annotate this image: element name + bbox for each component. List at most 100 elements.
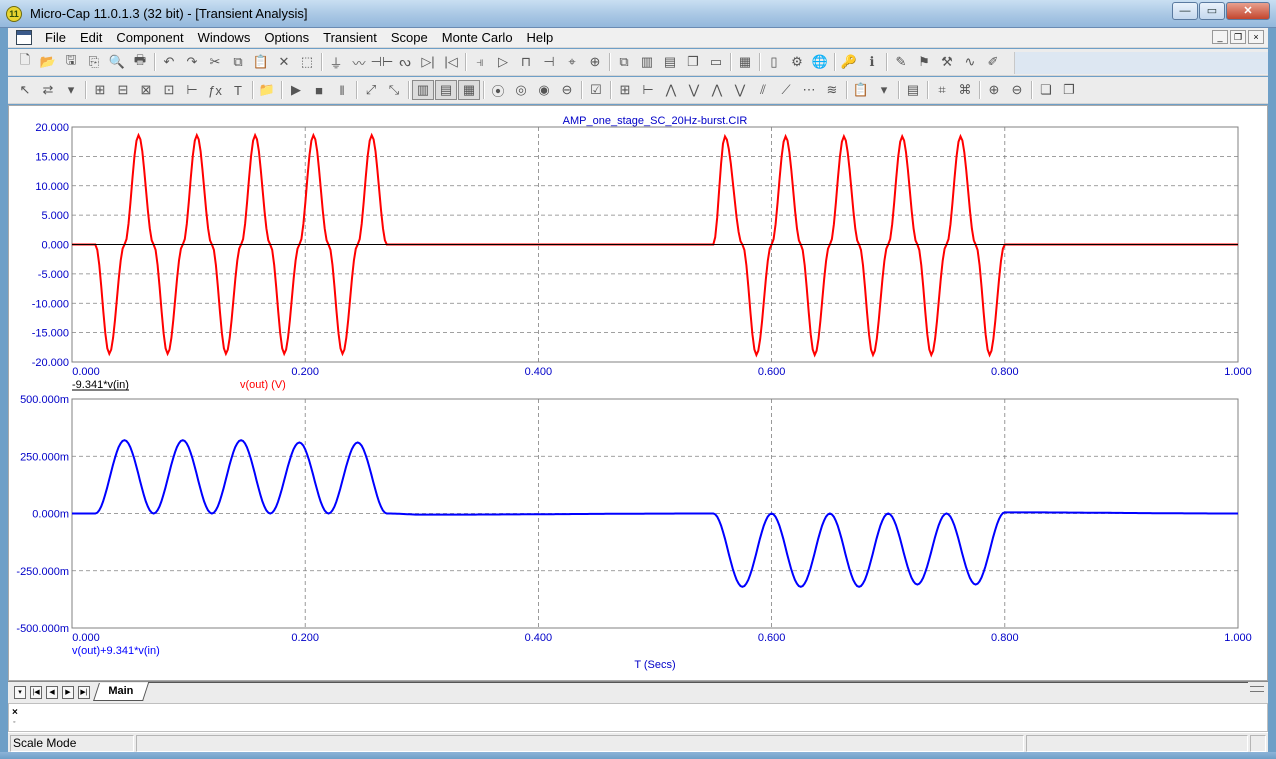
tb2-tool-36-icon[interactable]: ⋀ <box>706 80 728 100</box>
probe-icon[interactable]: ⊕ <box>584 52 606 72</box>
tb2-tool-44-icon[interactable]: ▾ <box>873 80 895 100</box>
diode-icon[interactable]: ▷| <box>417 52 439 72</box>
copy-icon[interactable]: ⧉ <box>227 52 249 72</box>
tb2-tool-2-icon[interactable]: ▾ <box>60 80 82 100</box>
pulse-icon[interactable]: ⊓ <box>515 52 537 72</box>
info-icon[interactable]: ℹ <box>861 52 883 72</box>
diode2-icon[interactable]: |◁ <box>440 52 462 72</box>
tb2-tool-6-icon[interactable]: ⊠ <box>135 80 157 100</box>
tb2-tool-0-icon[interactable]: ↖ <box>14 80 36 100</box>
close-button[interactable]: ✕ <box>1226 2 1270 20</box>
tb2-tool-14-icon[interactable]: ▶ <box>285 80 307 100</box>
mdi-restore-button[interactable]: ❐ <box>1230 30 1246 44</box>
ground-icon[interactable]: ⏚ <box>325 52 347 72</box>
tb2-tool-46-icon[interactable]: ▤ <box>902 80 924 100</box>
pen-icon[interactable]: ✐ <box>982 52 1004 72</box>
plot-window[interactable]: AMP_one_stage_SC_20Hz-burst.CIR 20.000 15.… <box>8 105 1268 681</box>
command-pin-icon[interactable]: ◦ <box>13 719 15 726</box>
key-icon[interactable]: 🔑 <box>838 52 860 72</box>
tools-icon[interactable]: ⚒ <box>936 52 958 72</box>
tb2-tool-26-icon[interactable]: ◎ <box>510 80 532 100</box>
component-editor-icon[interactable]: ⚙ <box>786 52 808 72</box>
battery-icon[interactable]: ⊣ <box>538 52 560 72</box>
tb2-tool-49-icon[interactable]: ⌘ <box>954 80 976 100</box>
window2-icon[interactable]: ▭ <box>705 52 727 72</box>
tb2-tool-51-icon[interactable]: ⊕ <box>983 80 1005 100</box>
tb2-tool-32-icon[interactable]: ⊞ <box>614 80 636 100</box>
menu-scope[interactable]: Scope <box>384 30 435 45</box>
select-all-icon[interactable]: ⬚ <box>296 52 318 72</box>
prev-page-button[interactable]: ◀ <box>46 686 58 699</box>
tb2-tool-37-icon[interactable]: ⋁ <box>729 80 751 100</box>
tb2-tool-27-icon[interactable]: ◉ <box>533 80 555 100</box>
tb2-tool-4-icon[interactable]: ⊞ <box>89 80 111 100</box>
last-page-button[interactable]: ▶| <box>78 686 90 699</box>
tb2-tool-9-icon[interactable]: ƒx <box>204 80 226 100</box>
tb2-tool-30-icon[interactable]: ☑ <box>585 80 607 100</box>
print-icon[interactable]: 🖶 <box>129 52 151 72</box>
document-icon[interactable] <box>16 30 32 45</box>
tb2-tool-7-icon[interactable]: ⊡ <box>158 80 180 100</box>
calculator-icon[interactable]: ▦ <box>734 52 756 72</box>
npn-icon[interactable]: ⫣ <box>469 52 491 72</box>
tab-menu-button[interactable]: ▾ <box>14 686 26 699</box>
menu-component[interactable]: Component <box>109 30 190 45</box>
tb2-tool-8-icon[interactable]: ⊢ <box>181 80 203 100</box>
tab-main[interactable]: Main <box>93 683 149 701</box>
minimize-button[interactable]: — <box>1172 2 1198 20</box>
plot-canvas[interactable]: AMP_one_stage_SC_20Hz-burst.CIR 20.000 15.… <box>9 106 1267 680</box>
tb2-tool-12-icon[interactable]: 📁 <box>256 80 278 100</box>
capacitor-icon[interactable]: ⊣⊢ <box>371 52 394 72</box>
tb2-tool-10-icon[interactable]: T <box>227 80 249 100</box>
tb2-tool-34-icon[interactable]: ⋀ <box>660 80 682 100</box>
tb2-tool-5-icon[interactable]: ⊟ <box>112 80 134 100</box>
cut-icon[interactable]: ✂ <box>204 52 226 72</box>
tb2-tool-40-icon[interactable]: ⋯ <box>798 80 820 100</box>
tile-horizontal-icon[interactable]: ▤ <box>659 52 681 72</box>
menu-windows[interactable]: Windows <box>191 30 258 45</box>
inductor-icon[interactable]: ᔓ <box>394 52 416 72</box>
page-icon[interactable]: ▯ <box>763 52 785 72</box>
tb2-tool-18-icon[interactable]: ⤢ <box>360 80 382 100</box>
redo-icon[interactable]: ↷ <box>181 52 203 72</box>
node-icon[interactable]: ⌖ <box>561 52 583 72</box>
tb2-tool-52-icon[interactable]: ⊖ <box>1006 80 1028 100</box>
globe-icon[interactable]: 🌐 <box>809 52 831 72</box>
tb2-tool-33-icon[interactable]: ⊢ <box>637 80 659 100</box>
menu-options[interactable]: Options <box>257 30 316 45</box>
tb2-tool-25-icon[interactable]: ⦿ <box>487 80 509 100</box>
delete-icon[interactable]: ✕ <box>273 52 295 72</box>
command-area[interactable]: × ◦ <box>8 703 1268 732</box>
mdi-minimize-button[interactable]: _ <box>1212 30 1228 44</box>
menu-monte-carlo[interactable]: Monte Carlo <box>435 30 520 45</box>
open-file-icon[interactable]: 📂 <box>37 52 59 72</box>
tb2-tool-38-icon[interactable]: ⫽ <box>752 80 774 100</box>
window-icon[interactable]: ❐ <box>682 52 704 72</box>
menu-file[interactable]: File <box>38 30 73 45</box>
splitter-grip[interactable] <box>1250 686 1264 692</box>
properties-icon[interactable]: ⎘ <box>83 52 105 72</box>
menu-edit[interactable]: Edit <box>73 30 109 45</box>
tb2-tool-19-icon[interactable]: ⤡ <box>383 80 405 100</box>
opamp-icon[interactable]: ▷ <box>492 52 514 72</box>
tb2-tool-39-icon[interactable]: ⟋ <box>775 80 797 100</box>
mdi-close-button[interactable]: × <box>1248 30 1264 44</box>
tb2-tool-16-icon[interactable]: ‖ <box>331 80 353 100</box>
save-icon[interactable]: 🖫 <box>60 52 82 72</box>
tb2-tool-43-icon[interactable]: 📋 <box>850 80 872 100</box>
analysis-icon[interactable]: ∿ <box>959 52 981 72</box>
tb2-tool-22-icon[interactable]: ▤ <box>435 80 457 100</box>
print-preview-icon[interactable]: 🔍 <box>106 52 128 72</box>
edit-properties-icon[interactable]: ✎ <box>890 52 912 72</box>
new-file-icon[interactable]: 🗋 <box>14 52 36 72</box>
tile-vertical-icon[interactable]: ▥ <box>636 52 658 72</box>
cascade-icon[interactable]: ⧉ <box>613 52 635 72</box>
tb2-tool-54-icon[interactable]: ❏ <box>1035 80 1057 100</box>
first-page-button[interactable]: |◀ <box>30 686 42 699</box>
tb2-tool-15-icon[interactable]: ■ <box>308 80 330 100</box>
tb2-tool-23-icon[interactable]: ▦ <box>458 80 480 100</box>
command-close-icon[interactable]: × <box>12 707 18 718</box>
tb2-tool-48-icon[interactable]: ⌗ <box>931 80 953 100</box>
tb2-tool-35-icon[interactable]: ⋁ <box>683 80 705 100</box>
next-page-button[interactable]: ▶ <box>62 686 74 699</box>
